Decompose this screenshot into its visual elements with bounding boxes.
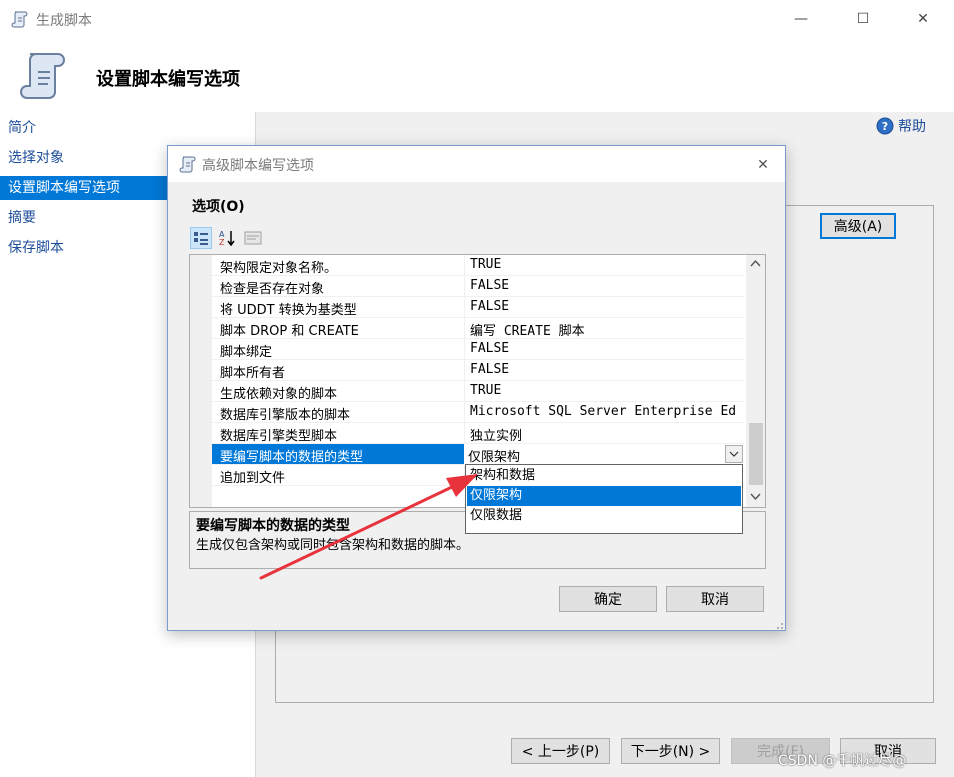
property-name: 将 UDDT 转换为基类型 [220, 303, 357, 318]
alphabetical-sort-button[interactable]: A Z [216, 227, 238, 249]
categorized-icon [194, 232, 208, 245]
chevron-down-icon[interactable] [725, 445, 743, 463]
description-title: 要编写脚本的数据的类型 [196, 518, 350, 534]
grid-row[interactable]: 脚本 DROP 和 CREATE 编写 CREATE 脚本 [212, 318, 744, 339]
minimize-button[interactable]: — [778, 0, 824, 38]
property-value: FALSE [470, 341, 510, 356]
property-grid-toolbar: A Z [190, 226, 264, 250]
grid-row[interactable]: 脚本所有者 FALSE [212, 360, 744, 381]
advanced-button[interactable]: 高级(A) [820, 213, 896, 239]
sidebar-item-intro[interactable]: 简介 [0, 116, 170, 140]
property-value: FALSE [470, 278, 510, 293]
grid-row[interactable]: 生成依赖对象的脚本 TRUE [212, 381, 744, 402]
script-scroll-icon [20, 53, 65, 99]
property-value: FALSE [470, 362, 510, 377]
close-button[interactable]: ✕ [900, 0, 946, 38]
options-label: 选项(O) [192, 199, 245, 215]
sidebar-item-scripting-options[interactable]: 设置脚本编写选项 [0, 176, 170, 200]
dialog-cancel-button[interactable]: 取消 [666, 586, 764, 612]
help-link[interactable]: ? 帮助 [876, 116, 926, 136]
property-name: 数据库引擎类型脚本 [220, 429, 338, 444]
page-title: 设置脚本编写选项 [96, 69, 240, 90]
help-icon: ? [876, 117, 894, 135]
property-name: 架构限定对象名称。 [220, 261, 338, 276]
advanced-options-dialog: 高级脚本编写选项 ✕ 选项(O) A Z 架构限定对象名称。 TRUE 检查是否… [167, 145, 786, 631]
data-type-dropdown-list: 架构和数据 仅限架构 仅限数据 [465, 464, 743, 534]
data-type-combobox[interactable]: 仅限架构 [464, 444, 744, 465]
script-scroll-icon [11, 11, 28, 28]
grid-row[interactable]: 数据库引擎版本的脚本 Microsoft SQL Server Enterpri… [212, 402, 744, 423]
grid-row[interactable]: 将 UDDT 转换为基类型 FALSE [212, 297, 744, 318]
property-name: 要编写脚本的数据的类型 [220, 450, 364, 465]
scroll-down-icon[interactable] [750, 493, 761, 501]
resize-grip-icon[interactable] [772, 618, 784, 630]
grid-row[interactable]: 数据库引擎类型脚本 独立实例 [212, 423, 744, 444]
property-name: 脚本 DROP 和 CREATE [220, 324, 359, 339]
window-title: 生成脚本 [36, 13, 92, 29]
property-name: 追加到文件 [220, 471, 286, 486]
maximize-button[interactable]: ☐ [840, 0, 886, 38]
property-name: 脚本绑定 [220, 345, 273, 360]
grid-row[interactable]: 架构限定对象名称。 TRUE [212, 255, 744, 276]
sidebar-item-choose-objects[interactable]: 选择对象 [0, 146, 170, 170]
combobox-value: 仅限架构 [468, 450, 521, 465]
categorized-view-button[interactable] [190, 227, 212, 249]
property-value: FALSE [470, 299, 510, 314]
help-label: 帮助 [898, 119, 926, 135]
sidebar-item-summary[interactable]: 摘要 [0, 206, 170, 230]
ok-button[interactable]: 确定 [559, 586, 657, 612]
property-name: 脚本所有者 [220, 366, 286, 381]
dropdown-option-schema-and-data[interactable]: 架构和数据 [467, 466, 741, 486]
dialog-close-button[interactable]: ✕ [750, 152, 776, 178]
property-name: 生成依赖对象的脚本 [220, 387, 338, 402]
property-value: TRUE [470, 257, 502, 272]
previous-button[interactable]: < 上一步(P) [511, 738, 610, 764]
grid-gutter [190, 255, 212, 507]
dialog-title: 高级脚本编写选项 [202, 158, 314, 174]
property-value: 独立实例 [470, 429, 523, 444]
grid-row[interactable]: 脚本绑定 FALSE [212, 339, 744, 360]
description-text: 生成仅包含架构或同时包含架构和数据的脚本。 [196, 538, 470, 553]
vertical-scrollbar[interactable] [746, 255, 765, 507]
dropdown-option-schema-only[interactable]: 仅限架构 [467, 486, 741, 506]
watermark-text: CSDN @千帆过尽@ [778, 753, 907, 769]
scrollbar-thumb[interactable] [749, 423, 763, 485]
property-value: Microsoft SQL Server Enterprise Ed [470, 404, 737, 419]
svg-text:?: ? [882, 120, 888, 133]
property-pages-icon [244, 231, 262, 245]
scroll-up-icon[interactable] [750, 259, 761, 267]
svg-text:Z: Z [219, 238, 225, 247]
grid-row[interactable]: 检查是否存在对象 FALSE [212, 276, 744, 297]
sort-az-icon: A Z [219, 230, 235, 247]
property-value: 编写 CREATE 脚本 [470, 324, 585, 339]
property-pages-button[interactable] [242, 227, 264, 249]
dropdown-option-data-only[interactable]: 仅限数据 [467, 506, 741, 526]
script-scroll-icon [179, 156, 196, 173]
property-name: 数据库引擎版本的脚本 [220, 408, 351, 423]
sidebar-item-save-script[interactable]: 保存脚本 [0, 236, 170, 260]
property-value: TRUE [470, 383, 502, 398]
property-name: 检查是否存在对象 [220, 282, 325, 297]
next-button[interactable]: 下一步(N) > [621, 738, 720, 764]
